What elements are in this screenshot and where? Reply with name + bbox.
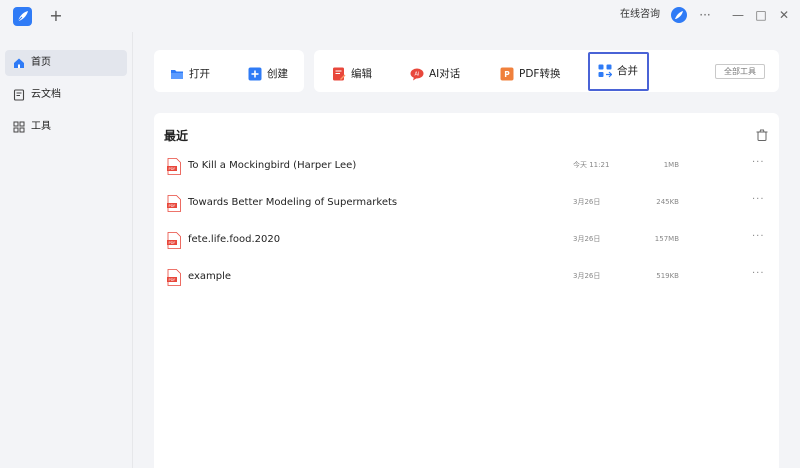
minimize-button[interactable]: — xyxy=(730,6,746,24)
file-date: 3月26日 xyxy=(573,235,601,243)
open-label: 打开 xyxy=(189,68,210,80)
pdf-convert-label: PDF转换 xyxy=(519,68,561,80)
file-name: To Kill a Mockingbird (Harper Lee) xyxy=(188,160,357,171)
ai-chat-label: AI对话 xyxy=(429,68,461,80)
app-logo-icon xyxy=(13,7,32,26)
all-tools-button[interactable]: 全部工具 xyxy=(715,64,765,79)
recent-title: 最近 xyxy=(164,129,189,143)
more-menu-button[interactable]: ··· xyxy=(697,6,713,24)
sidebar-item-cloud-docs[interactable]: 云文档 xyxy=(5,82,127,108)
cloud-doc-icon xyxy=(13,89,25,101)
sidebar-item-label: 首页 xyxy=(31,57,51,68)
file-more-button[interactable]: ··· xyxy=(752,157,765,169)
svg-text:PDF: PDF xyxy=(168,167,175,171)
merge-icon xyxy=(598,64,612,78)
file-row[interactable]: PDF To Kill a Mockingbird (Harper Lee) 今… xyxy=(154,148,779,185)
file-name: fete.life.food.2020 xyxy=(188,234,281,245)
trash-icon[interactable] xyxy=(755,128,769,142)
file-row[interactable]: PDF Towards Better Modeling of Supermark… xyxy=(154,185,779,222)
file-more-button[interactable]: ··· xyxy=(752,231,765,243)
edit-doc-icon xyxy=(333,67,346,81)
pdf-convert-icon: P xyxy=(500,67,514,81)
svg-text:PDF: PDF xyxy=(168,241,175,245)
file-size: 1MB xyxy=(663,161,679,169)
file-name: Towards Better Modeling of Supermarkets xyxy=(188,197,398,208)
sidebar-item-tools[interactable]: 工具 xyxy=(5,114,127,140)
file-actions-card: 打开 创建 xyxy=(154,50,304,92)
merge-button[interactable]: 合并 xyxy=(588,52,649,91)
file-date: 今天 11:21 xyxy=(573,161,610,169)
edit-button[interactable]: 编辑 xyxy=(332,58,382,92)
online-consult-link[interactable]: 在线咨询 xyxy=(620,8,660,22)
tools-card: 编辑 AI AI对话 P PDF转换 全部工具 xyxy=(314,50,779,92)
svg-text:P: P xyxy=(504,70,510,79)
create-label: 创建 xyxy=(267,68,288,80)
file-size: 245KB xyxy=(656,198,679,206)
home-icon xyxy=(14,58,24,68)
edit-label: 编辑 xyxy=(351,68,372,80)
svg-text:AI: AI xyxy=(415,72,420,78)
file-row[interactable]: PDF example 3月26日 519KB ··· xyxy=(154,259,779,296)
file-size: 519KB xyxy=(656,272,679,280)
folder-icon xyxy=(171,70,183,79)
recent-files-panel: 最近 PDF To Kill a Mockingbird (Harper Lee… xyxy=(154,113,779,468)
sidebar-item-label: 工具 xyxy=(31,121,51,132)
sidebar: 首页 云文档 工具 xyxy=(0,32,133,468)
file-row[interactable]: PDF fete.life.food.2020 3月26日 157MB ··· xyxy=(154,222,779,259)
merge-tool: 合并 xyxy=(598,55,644,89)
file-more-button[interactable]: ··· xyxy=(752,194,765,206)
title-bar: + 在线咨询 ··· — □ ✕ xyxy=(0,0,800,32)
close-button[interactable]: ✕ xyxy=(776,6,792,24)
tools-grid-icon xyxy=(13,121,25,133)
create-button[interactable]: 创建 xyxy=(248,58,298,92)
new-tab-button[interactable]: + xyxy=(49,6,63,26)
pdf-file-icon: PDF xyxy=(167,158,181,175)
file-name: example xyxy=(188,271,232,282)
pdf-file-icon: PDF xyxy=(167,232,181,249)
file-date: 3月26日 xyxy=(573,272,601,280)
svg-text:PDF: PDF xyxy=(168,204,175,208)
maximize-button[interactable]: □ xyxy=(753,6,769,24)
svg-text:PDF: PDF xyxy=(168,278,175,282)
pdf-file-icon: PDF xyxy=(167,269,181,286)
merge-label: 合并 xyxy=(617,65,638,77)
user-avatar[interactable] xyxy=(671,7,687,23)
pdf-file-icon: PDF xyxy=(167,195,181,212)
ai-chat-icon: AI xyxy=(410,68,424,81)
open-button[interactable]: 打开 xyxy=(170,58,230,92)
sidebar-item-home[interactable]: 首页 xyxy=(5,50,127,76)
pdf-convert-button[interactable]: P PDF转换 xyxy=(500,58,570,92)
file-size: 157MB xyxy=(654,235,679,243)
ai-chat-button[interactable]: AI AI对话 xyxy=(410,58,470,92)
plus-square-icon xyxy=(248,67,262,81)
file-more-button[interactable]: ··· xyxy=(752,268,765,280)
sidebar-item-label: 云文档 xyxy=(31,89,61,100)
file-date: 3月26日 xyxy=(573,198,601,206)
